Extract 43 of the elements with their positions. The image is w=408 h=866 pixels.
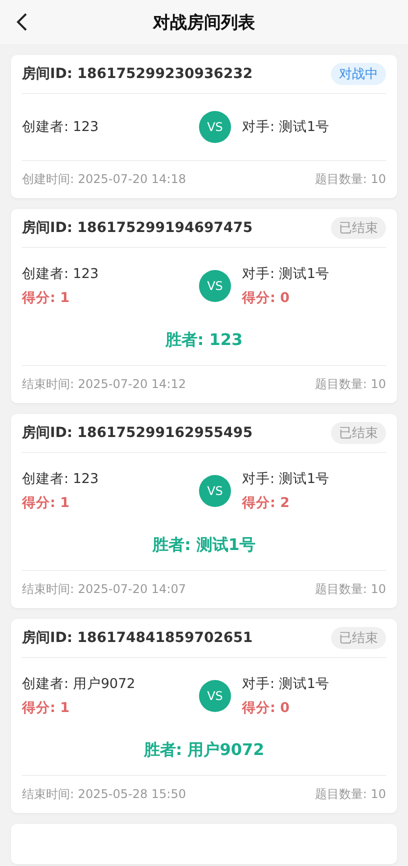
opponent-name: 对手: 测试1号 (242, 675, 330, 693)
room-id: 房间ID: 186174841859702651 (22, 629, 253, 647)
creator-name: 创建者: 123 (22, 470, 100, 488)
room-card[interactable]: 房间ID: 186175299230936232 对战中 创建者: 123 VS 对手: 测试1号 创建时间: 2025-07-20 14:18 题目数量: 10 (11, 55, 397, 198)
status-tag: 已结束 (331, 627, 386, 649)
room-card[interactable]: 房间ID: 186175299194697475 已结束 创建者: 123 得分: 1 VS 对手: 测试1号 得分: 0 胜者: 123 结束时间: 2025-07-20 14:12 题目数量: 10 (11, 209, 397, 403)
status-tag: 已结束 (331, 217, 386, 239)
back-icon (16, 12, 28, 32)
room-id: 房间ID: 186175299162955495 (22, 424, 253, 442)
opponent-score: 得分: 0 (242, 699, 290, 717)
vs-badge: VS (199, 680, 231, 712)
creator-score: 得分: 1 (22, 699, 70, 717)
opponent-name: 对手: 测试1号 (242, 118, 330, 136)
room-card[interactable]: 房间ID: 186174841859702651 已结束 创建者: 用户9072 得分: 1 VS 对手: 测试1号 得分: 0 胜者: 用户9072 结束时间: 2025-05-28 15:50 题目数量: 10 (11, 619, 397, 813)
page-title: 对战房间列表 (153, 12, 255, 34)
creator-name: 创建者: 123 (22, 265, 100, 283)
creator-name: 创建者: 123 (22, 118, 100, 136)
creator-score: 得分: 1 (22, 494, 70, 512)
question-count: 题目数量: 10 (314, 581, 386, 598)
room-id: 房间ID: 186175299194697475 (22, 219, 253, 237)
vs-badge: VS (199, 475, 231, 507)
winner-label: 胜者: 123 (164, 329, 244, 351)
question-count: 题目数量: 10 (314, 171, 386, 188)
room-time: 结束时间: 2025-05-28 15:50 (22, 786, 186, 803)
creator-name: 创建者: 用户9072 (22, 675, 136, 693)
question-count: 题目数量: 10 (314, 376, 386, 393)
room-time: 结束时间: 2025-07-20 14:12 (22, 376, 186, 393)
winner-label: 胜者: 用户9072 (142, 739, 266, 761)
status-tag: 对战中 (331, 63, 386, 85)
vs-badge: VS (199, 111, 231, 143)
status-tag: 已结束 (331, 422, 386, 444)
room-card[interactable]: 房间ID: 186175299162955495 已结束 创建者: 123 得分: 1 VS 对手: 测试1号 得分: 2 胜者: 测试1号 结束时间: 2025-07-20 14:07 题目数量: 10 (11, 414, 397, 608)
opponent-name: 对手: 测试1号 (242, 265, 330, 283)
question-count: 题目数量: 10 (314, 786, 386, 803)
vs-badge: VS (199, 270, 231, 302)
winner-label: 胜者: 测试1号 (151, 534, 257, 556)
opponent-name: 对手: 测试1号 (242, 470, 330, 488)
creator-score: 得分: 1 (22, 289, 70, 307)
room-time: 创建时间: 2025-07-20 14:18 (22, 171, 186, 188)
opponent-score: 得分: 0 (242, 289, 290, 307)
opponent-score: 得分: 2 (242, 494, 290, 512)
room-id: 房间ID: 186175299230936232 (22, 65, 253, 83)
room-time: 结束时间: 2025-07-20 14:07 (22, 581, 186, 598)
